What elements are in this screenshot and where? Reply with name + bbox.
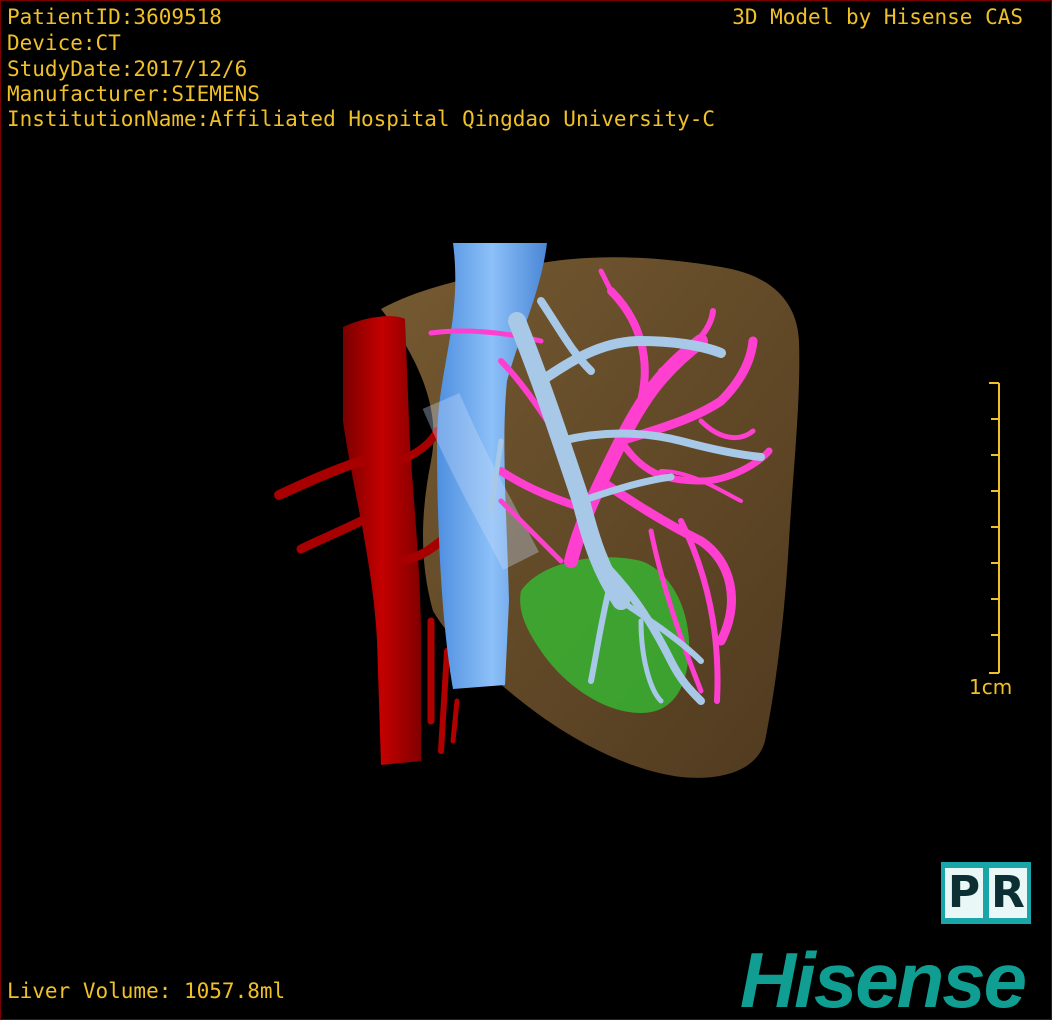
pr-letter-r: R <box>989 868 1027 918</box>
pr-button[interactable]: P R <box>941 862 1031 924</box>
liver-volume-label: Liver Volume: 1057.8ml <box>7 979 286 1003</box>
liver-3d-model[interactable] <box>1 1 1051 1019</box>
hisense-logo: Hisense <box>739 936 1027 1020</box>
3d-viewport[interactable]: PatientID:3609518 Device:CT StudyDate:20… <box>0 0 1052 1020</box>
scale-label: 1cm <box>969 675 1013 699</box>
scale-bar <box>989 382 1000 674</box>
pr-letter-p: P <box>945 868 983 918</box>
